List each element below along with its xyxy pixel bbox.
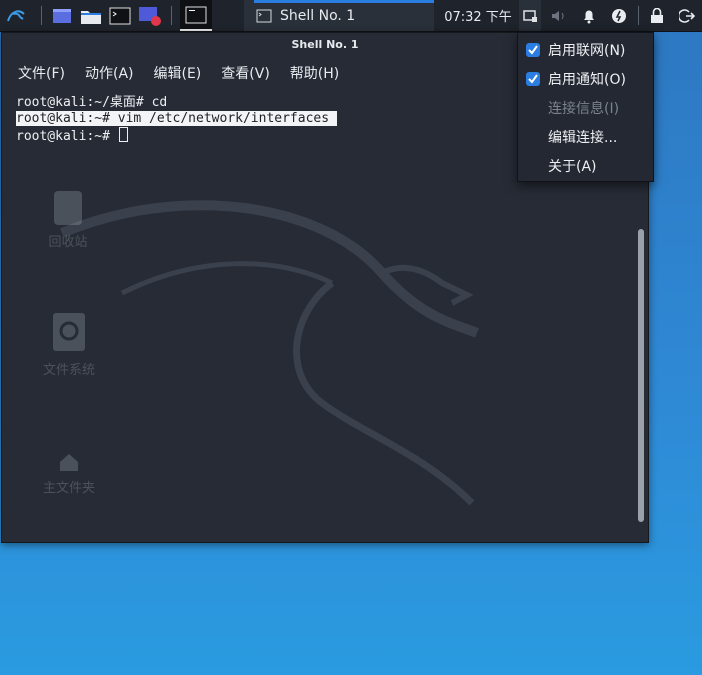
terminal-icon: [256, 9, 272, 22]
logout-button[interactable]: [676, 0, 698, 31]
menu-item-connection-info: 连接信息(I): [518, 94, 653, 122]
volume-button[interactable]: [547, 0, 571, 31]
logout-icon: [679, 8, 695, 23]
panel-separator: [171, 6, 172, 25]
checkmark-icon: [528, 74, 538, 84]
terminal-launcher-button[interactable]: [107, 0, 133, 31]
menu-item-enable-networking[interactable]: 启用联网(N): [518, 36, 653, 64]
terminal-icon: [109, 7, 131, 24]
menu-item-edit-connections[interactable]: 编辑连接...: [518, 123, 653, 151]
kali-menu-button[interactable]: [0, 0, 32, 31]
menu-item-label: 关于(A): [548, 159, 597, 175]
checkbox-checked[interactable]: [526, 43, 540, 57]
terminal-line-selected: root@kali:~# vim /etc/network/interfaces: [16, 111, 338, 126]
network-tray-button[interactable]: [519, 0, 541, 31]
scrollbar-thumb[interactable]: [638, 229, 644, 522]
top-panel: Shell No. 1 07:32 下午: [0, 0, 702, 32]
lock-button[interactable]: [646, 0, 668, 31]
checkbox-checked[interactable]: [526, 72, 540, 86]
menu-item-label: 编辑连接...: [548, 130, 618, 146]
kali-dragon-icon: [7, 9, 25, 21]
lock-icon: [651, 7, 663, 23]
active-indicator: [254, 0, 434, 3]
panel-separator: [638, 6, 639, 25]
panel-separator: [41, 6, 42, 25]
taskbar-window-button[interactable]: Shell No. 1: [244, 0, 434, 31]
volume-icon: [552, 10, 564, 21]
checkmark-icon: [528, 45, 538, 55]
file-manager-button[interactable]: [78, 0, 104, 31]
screen-recorder-button[interactable]: [137, 0, 163, 31]
clock-text: 07:32 下午: [444, 10, 512, 25]
file-manager-icon: [81, 10, 101, 24]
workspace-switcher-icon: [53, 8, 71, 23]
notifications-button[interactable]: [578, 0, 600, 31]
terminal-icon: [185, 6, 207, 23]
power-button[interactable]: [607, 0, 631, 31]
taskbar-window-label: Shell No. 1: [280, 7, 356, 24]
menu-item-about[interactable]: 关于(A): [518, 152, 653, 180]
menu-item-label: 启用联网(N): [548, 43, 626, 59]
terminal-prompt: root@kali:~#: [16, 129, 118, 144]
power-icon: [612, 8, 626, 23]
network-menu: 启用联网(N) 启用通知(O) 连接信息(I) 编辑连接... 关于(A): [517, 32, 654, 182]
active-window-thumbnail[interactable]: [180, 0, 212, 31]
menu-item-label: 连接信息(I): [548, 101, 620, 117]
screen-recorder-icon: [139, 6, 161, 26]
workspace-switcher-button[interactable]: [49, 0, 75, 31]
text-cursor: [118, 127, 128, 142]
menu-item-enable-notifications[interactable]: 启用通知(O): [518, 65, 653, 93]
menu-item-label: 启用通知(O): [548, 72, 626, 88]
clock[interactable]: 07:32 下午: [440, 0, 516, 31]
network-icon: [523, 9, 537, 22]
notifications-icon: [584, 10, 594, 23]
